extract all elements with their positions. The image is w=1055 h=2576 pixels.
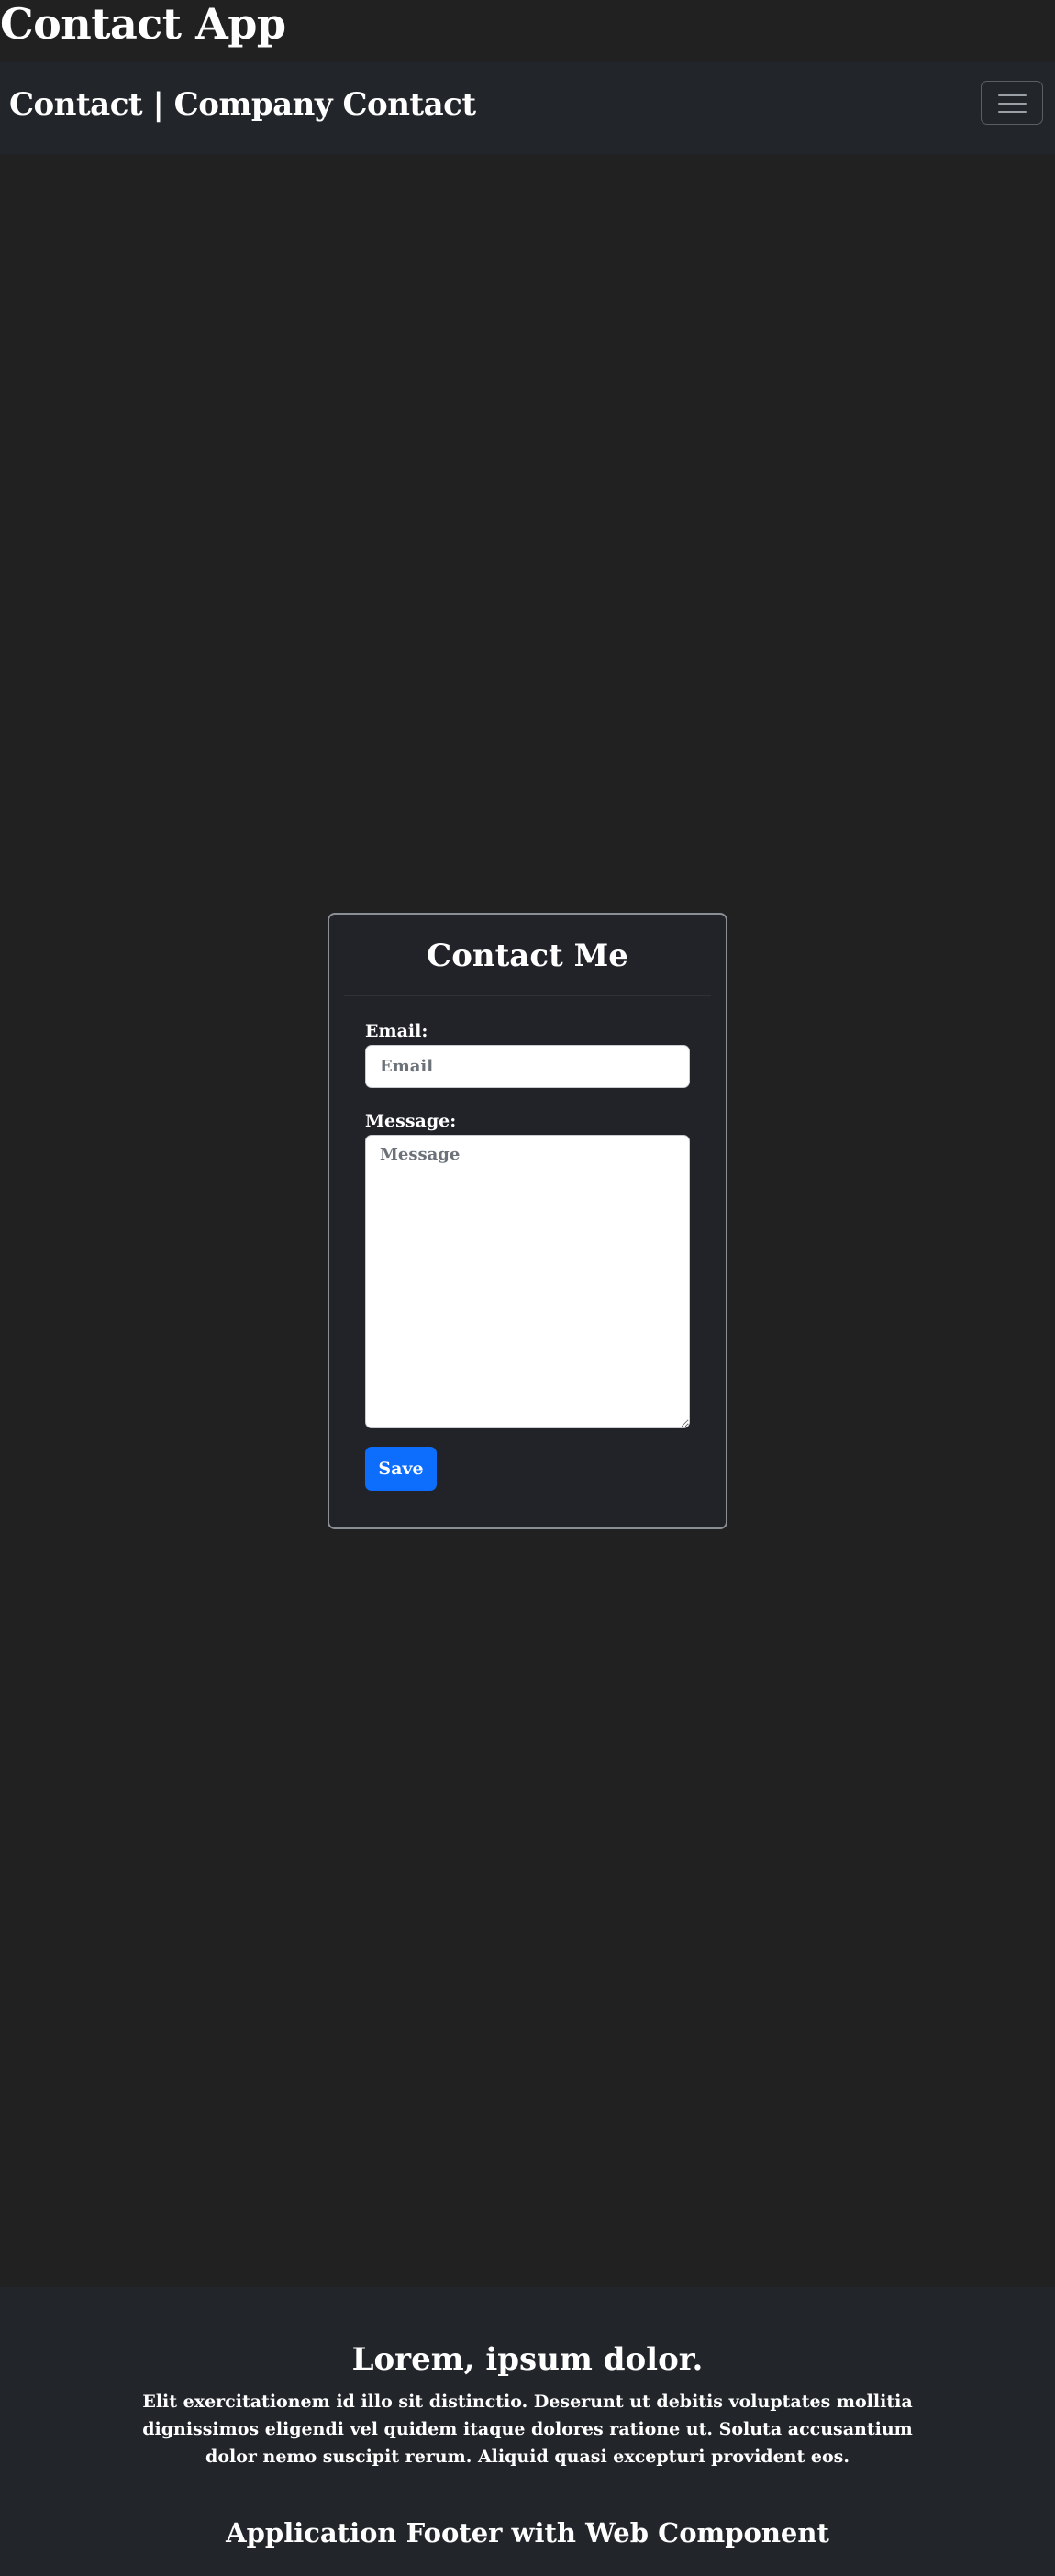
navbar-brand[interactable]: Contact | Company Contact	[9, 84, 476, 125]
navbar-toggler-button[interactable]	[981, 81, 1043, 125]
footer: Lorem, ipsum dolor. Elit exercitationem …	[0, 2287, 1055, 2576]
email-field[interactable]	[365, 1045, 690, 1088]
contact-form-title: Contact Me	[427, 938, 628, 974]
footer-text: Elit exercitationem id illo sit distinct…	[142, 2392, 913, 2467]
app-title: Contact App	[0, 0, 286, 49]
footer-heading: Lorem, ipsum dolor.	[351, 2341, 704, 2378]
footer-component-title: Application Footer with Web Component	[226, 2517, 829, 2548]
save-button[interactable]: Save	[365, 1447, 437, 1491]
card-divider	[344, 995, 711, 996]
email-label: Email:	[365, 1021, 428, 1041]
message-label: Message:	[365, 1111, 457, 1131]
message-field[interactable]	[365, 1135, 690, 1428]
contact-form-card: Contact Me Email: Message: Save	[328, 913, 727, 1529]
navbar: Contact | Company Contact	[0, 62, 1055, 154]
